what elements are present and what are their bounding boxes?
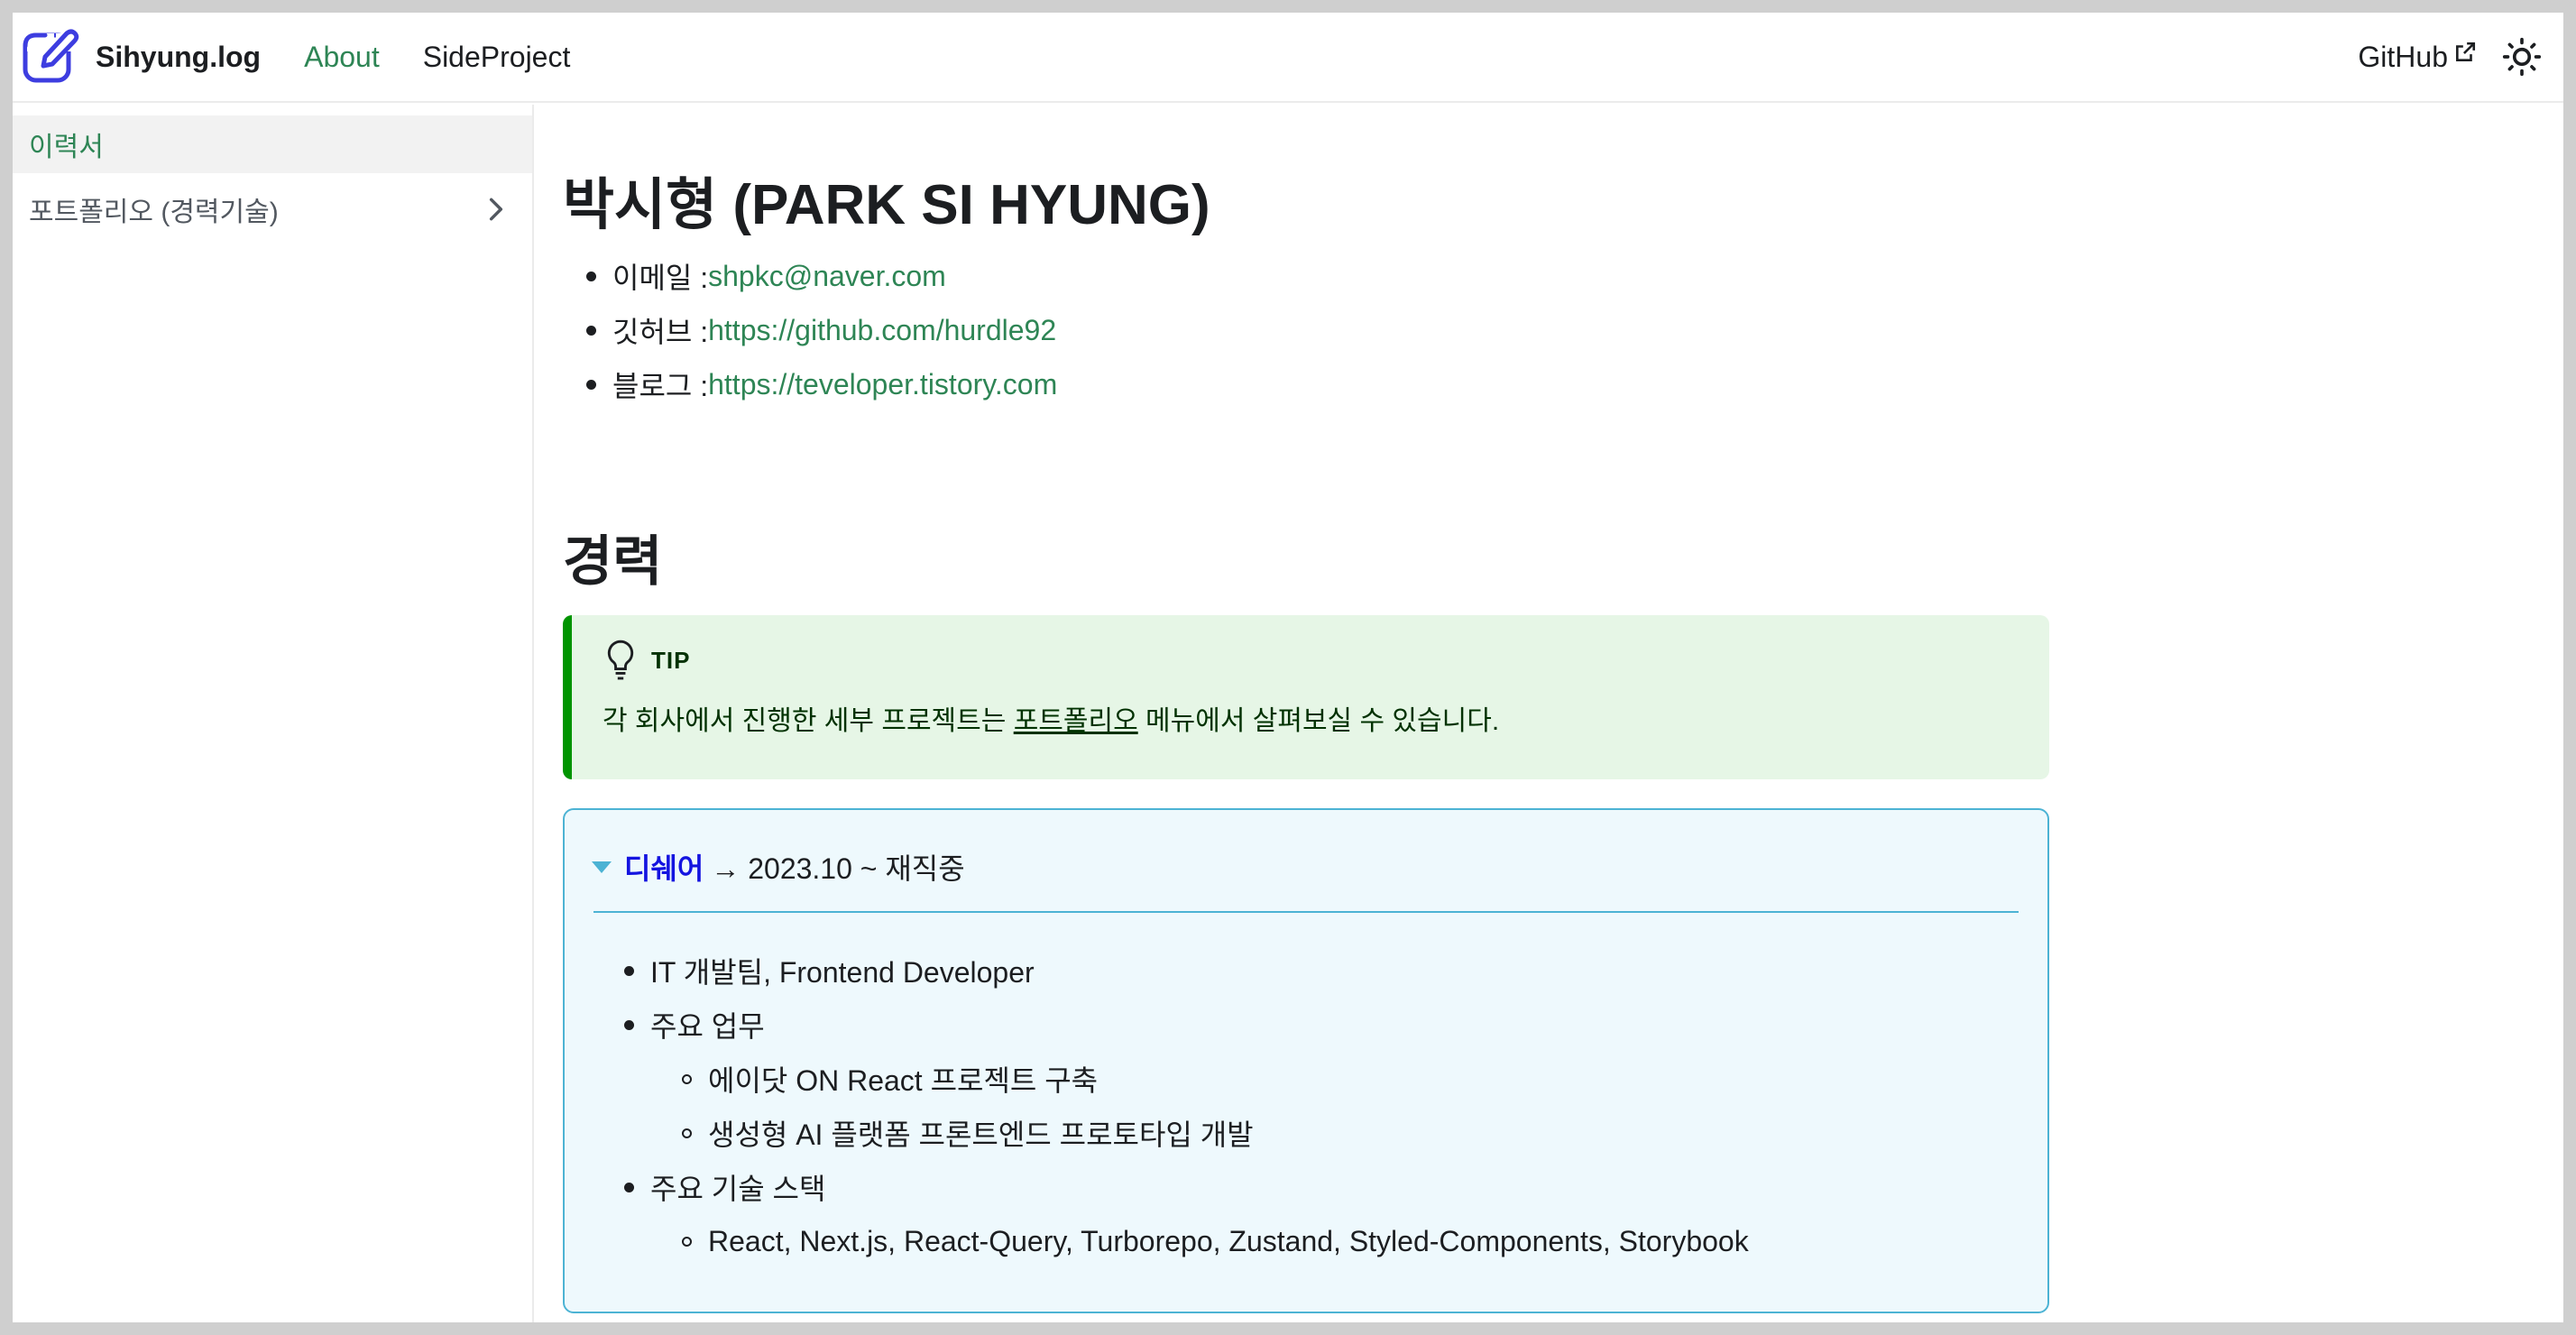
contact-label: 이메일 : — [612, 262, 709, 294]
career-period: → 2023.10 ~ 재직중 — [711, 852, 965, 885]
email-link[interactable]: shpkc@naver.com — [708, 260, 946, 293]
top-navbar: Sihyung.log About SideProject GitHub — [13, 13, 2563, 103]
bullet — [586, 271, 596, 281]
brand[interactable]: Sihyung.log — [20, 26, 261, 87]
duty-text: 생성형 AI 플랫폼 프론트엔드 프로토타입 개발 — [708, 1119, 1254, 1151]
brand-title[interactable]: Sihyung.log — [96, 41, 261, 74]
sidebar-item-resume[interactable]: 이력서 — [13, 115, 532, 173]
chevron-right-icon[interactable] — [482, 195, 511, 224]
tip-heading: TIP — [603, 639, 2049, 682]
bullet — [624, 1182, 634, 1192]
navbar-right: GitHub — [2358, 32, 2547, 82]
tip-text-after: 메뉴에서 살펴보실 수 있습니다. — [1137, 706, 1500, 736]
blog-link[interactable]: https://teveloper.tistory.com — [708, 368, 1057, 401]
bullet — [682, 1073, 692, 1084]
stack-label: 주요 기술 스택 — [650, 1173, 826, 1205]
docs-sidebar: 이력서 포트폴리오 (경력기술) — [13, 105, 534, 1322]
career-summary-toggle[interactable]: 디쉐어 → 2023.10 ~ 재직중 — [592, 846, 965, 888]
contact-list: 이메일 : shpkc@naver.com 깃허브 : https://gith… — [563, 249, 1057, 411]
details-divider — [593, 911, 2019, 913]
bullet — [624, 965, 634, 976]
github-link-label: GitHub — [2358, 40, 2448, 73]
career-detail-list: IT 개발팀, Frontend Developer 주요 업무 에이닷 ON … — [601, 944, 1749, 1268]
bullet — [682, 1128, 692, 1138]
nav-link-sideproject[interactable]: SideProject — [423, 41, 571, 74]
duties-list: 에이닷 ON React 프로젝트 구축 생성형 AI 플랫폼 프론트엔드 프로… — [601, 1052, 1749, 1160]
list-item: 주요 업무 에이닷 ON React 프로젝트 구축 생성형 AI 플랫폼 프론… — [601, 998, 1749, 1160]
bullet — [624, 1019, 634, 1030]
browser-viewport: Sihyung.log About SideProject GitHub 이력서… — [13, 13, 2563, 1322]
portfolio-link[interactable]: 포트폴리오 — [1014, 706, 1138, 736]
page-title: 박시형 (PARK SI HYUNG) — [563, 174, 1210, 236]
nav-link-about[interactable]: About — [304, 41, 380, 74]
stack-text: React, Next.js, React-Query, Turborepo, … — [708, 1224, 1749, 1257]
tip-text-before: 각 회사에서 진행한 세부 프로젝트는 — [603, 706, 1014, 736]
theme-toggle-button[interactable] — [2497, 32, 2547, 82]
github-link[interactable]: GitHub — [2358, 41, 2477, 74]
list-item: React, Next.js, React-Query, Turborepo, … — [658, 1214, 1749, 1268]
logo-edit-icon — [23, 29, 79, 83]
list-item: IT 개발팀, Frontend Developer — [601, 944, 1749, 998]
company-name: 디쉐어 — [624, 852, 704, 885]
sidebar-item-label: 포트폴리오 (경력기술) — [29, 198, 279, 227]
sidebar-item-label: 이력서 — [29, 133, 104, 162]
bullet — [682, 1236, 692, 1247]
github-profile-link[interactable]: https://github.com/hurdle92 — [708, 314, 1056, 347]
tip-admonition: TIP 각 회사에서 진행한 세부 프로젝트는 포트폴리오 메뉴에서 살펴보실 … — [563, 615, 2049, 779]
contact-label: 블로그 : — [612, 370, 709, 402]
tip-text: 각 회사에서 진행한 세부 프로젝트는 포트폴리오 메뉴에서 살펴보실 수 있습… — [603, 698, 2049, 738]
external-link-icon — [2456, 41, 2476, 61]
contact-item-github: 깃허브 : https://github.com/hurdle92 — [563, 303, 1057, 357]
contact-label: 깃허브 : — [612, 316, 709, 348]
triangle-down-icon — [592, 861, 612, 873]
list-item: 주요 기술 스택 React, Next.js, React-Query, Tu… — [601, 1160, 1749, 1268]
tip-title: TIP — [651, 646, 691, 674]
section-title-career: 경력 — [563, 531, 663, 592]
contact-item-blog: 블로그 : https://teveloper.tistory.com — [563, 357, 1057, 411]
career-role: IT 개발팀, Frontend Developer — [650, 956, 1035, 989]
duty-text: 에이닷 ON React 프로젝트 구축 — [708, 1064, 1099, 1097]
bullet — [586, 379, 596, 390]
lightbulb-icon — [607, 640, 634, 680]
stack-list: React, Next.js, React-Query, Turborepo, … — [601, 1214, 1749, 1268]
career-details: 디쉐어 → 2023.10 ~ 재직중 IT 개발팀, Frontend Dev… — [563, 808, 2049, 1313]
sun-icon — [2502, 37, 2542, 77]
bullet — [586, 325, 596, 336]
contact-item-email: 이메일 : shpkc@naver.com — [563, 249, 1057, 303]
sidebar-item-portfolio[interactable]: 포트폴리오 (경력기술) — [13, 180, 532, 238]
list-item: 생성형 AI 플랫폼 프론트엔드 프로토타입 개발 — [658, 1106, 1749, 1160]
duties-label: 주요 업무 — [650, 1010, 765, 1043]
list-item: 에이닷 ON React 프로젝트 구축 — [658, 1052, 1749, 1106]
